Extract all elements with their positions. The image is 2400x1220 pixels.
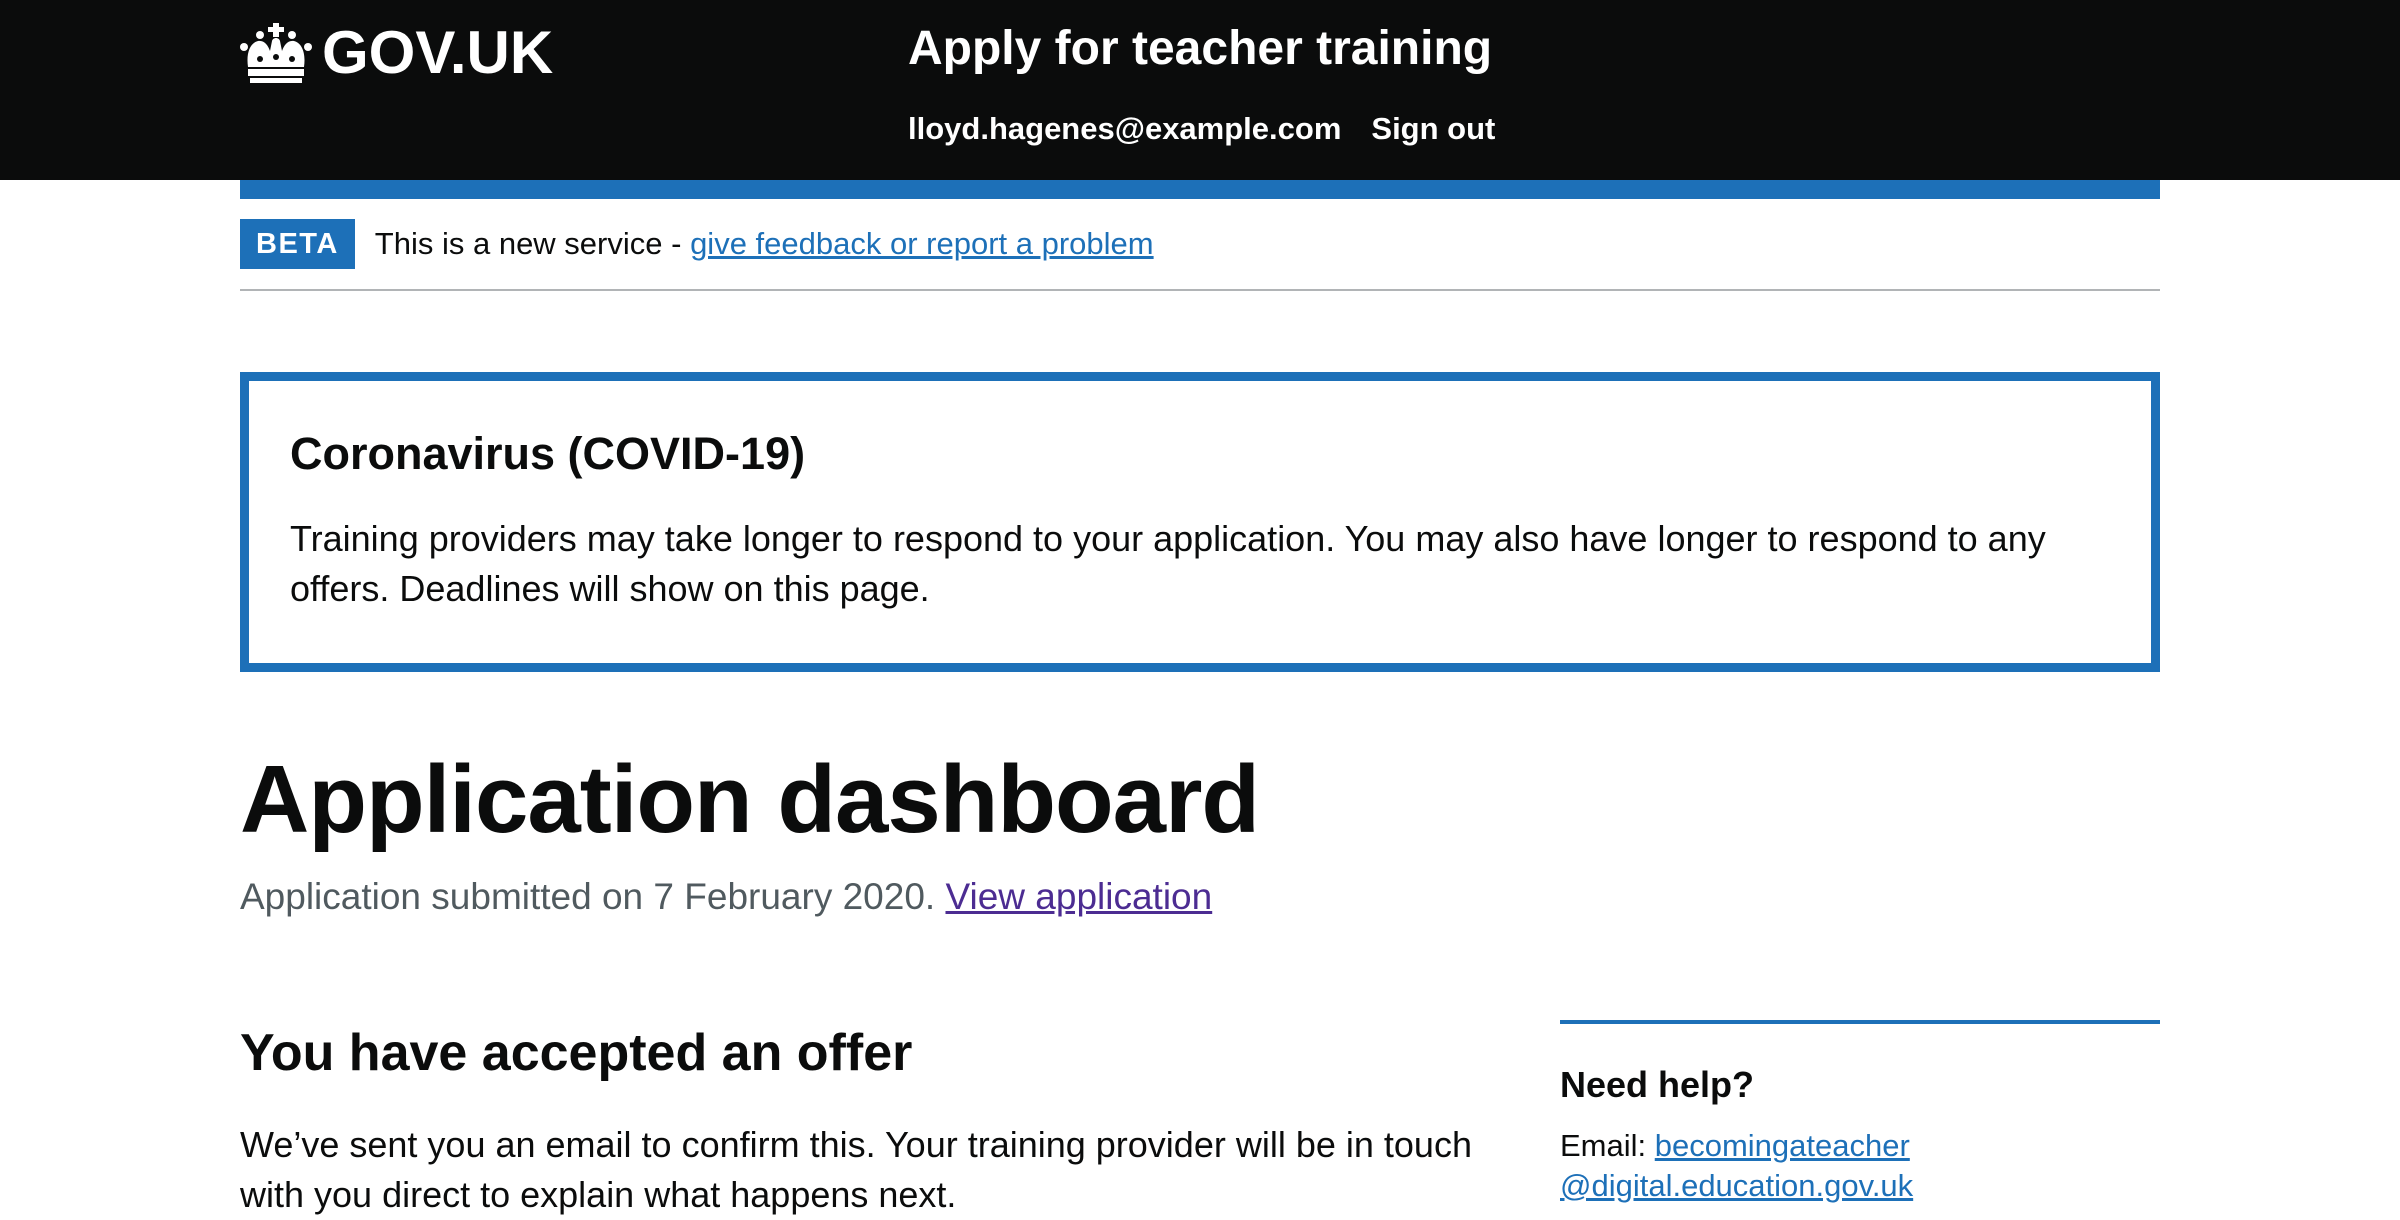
view-application-link[interactable]: View application	[945, 876, 1212, 917]
need-help-sidebar: Need help? Email: becomingateacher @digit…	[1560, 1020, 2160, 1206]
page-title: Application dashboard	[240, 746, 1260, 853]
site-header: GOV.UK Apply for teacher training lloyd.…	[0, 0, 2400, 180]
help-email-link-part-1: becomingateacher	[1654, 1128, 1910, 1163]
user-email-link[interactable]: lloyd.hagenes@example.com	[908, 108, 1341, 150]
govuk-logo-link[interactable]: GOV.UK	[240, 18, 553, 87]
phase-banner-message: This is a new service -	[374, 226, 691, 261]
sign-out-link[interactable]: Sign out	[1371, 108, 1495, 150]
feedback-link[interactable]: give feedback or report a problem	[690, 226, 1154, 261]
header-nav: lloyd.hagenes@example.com Sign out	[908, 108, 1495, 150]
phase-banner-text: This is a new service - give feedback or…	[375, 219, 1154, 269]
accepted-offer-heading: You have accepted an offer	[240, 1024, 913, 1082]
covid-notice-body: Training providers may take longer to re…	[290, 518, 2046, 609]
covid-notice-title: Coronavirus (COVID-19)	[290, 428, 806, 479]
submitted-date-text: Application submitted on 7 February 2020…	[240, 876, 946, 917]
phase-banner: BETA This is a new service - give feedba…	[240, 219, 2160, 291]
need-help-title: Need help?	[1560, 1064, 1755, 1105]
help-email-link-part-2: @digital.education.gov.uk	[1560, 1168, 1914, 1203]
header-blue-bar	[240, 180, 2160, 199]
help-email-label: Email:	[1560, 1128, 1655, 1163]
logo-text: GOV.UK	[322, 19, 554, 86]
help-email-line: Email: becomingateacher @digital.educatio…	[1560, 1126, 2160, 1206]
accepted-offer-body: We’ve sent you an email to confirm this.…	[240, 1124, 1472, 1215]
crown-icon	[240, 22, 312, 83]
beta-tag: BETA	[240, 219, 355, 269]
covid-notice-panel: Coronavirus (COVID-19) Training provider…	[240, 372, 2160, 672]
service-name-link[interactable]: Apply for teacher training	[908, 18, 1492, 80]
submitted-caption: Application submitted on 7 February 2020…	[240, 872, 1212, 922]
